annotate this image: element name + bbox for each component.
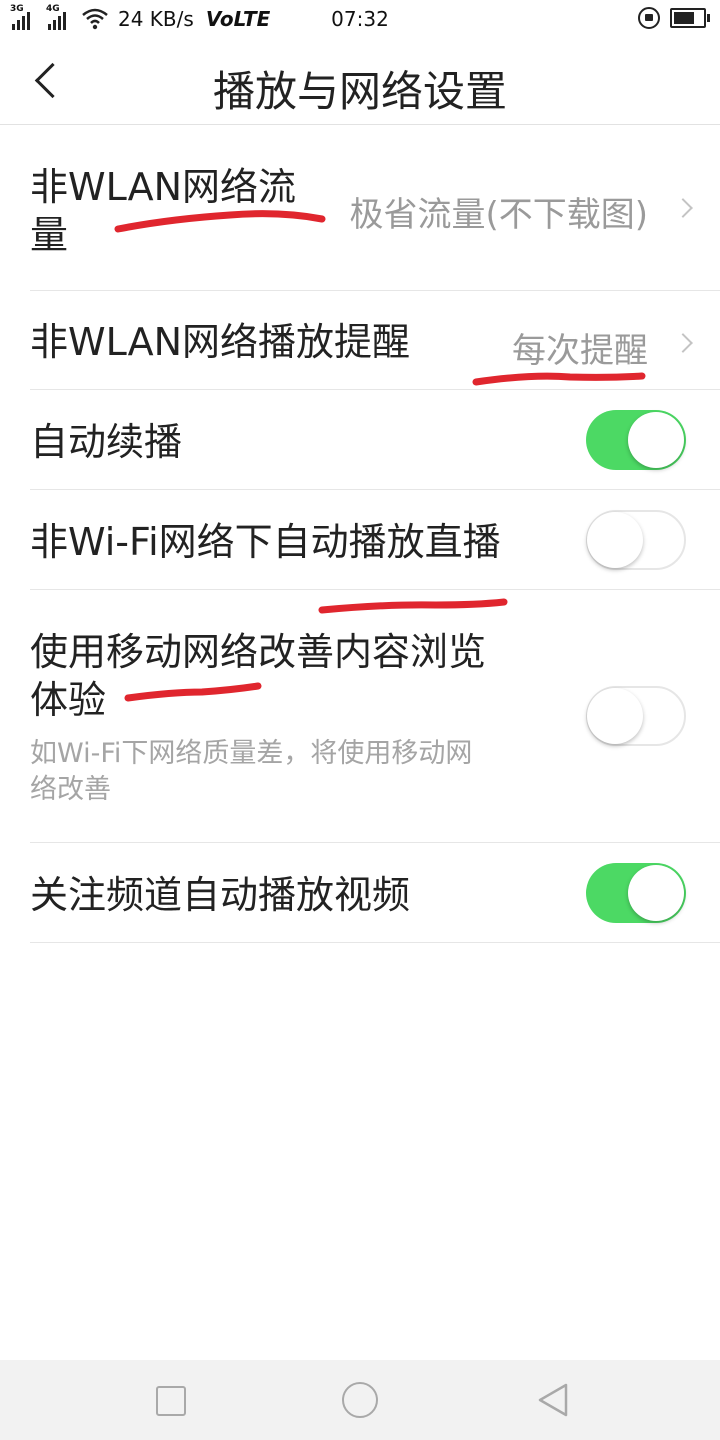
recent-apps-button[interactable]: [156, 1386, 186, 1416]
setting-label: 非WLAN网络流 量: [30, 163, 296, 259]
toggle-knob: [587, 688, 643, 744]
rotation-lock-icon: [638, 7, 660, 29]
setting-row-cellular-data-mode[interactable]: 非WLAN网络流 量 极省流量(不下载图): [30, 125, 720, 291]
autoplay-next-toggle[interactable]: [586, 410, 686, 470]
toggle-knob: [628, 865, 684, 921]
status-right: [638, 7, 710, 29]
setting-label: 非WLAN网络播放提醒: [30, 320, 411, 364]
setting-label: 使用移动网络改善内容浏览 体验: [30, 628, 486, 724]
toggle-knob: [587, 512, 643, 568]
autoplay-live-toggle[interactable]: [586, 510, 686, 570]
chevron-right-icon: [673, 333, 693, 353]
setting-value: 每次提醒: [512, 331, 648, 371]
page-title: 播放与网络设置: [212, 67, 507, 116]
setting-label: 自动续播: [30, 420, 183, 464]
setting-row-cellular-play-reminder[interactable]: 非WLAN网络播放提醒 每次提醒: [30, 290, 720, 390]
home-button[interactable]: [342, 1382, 378, 1418]
toggle-knob: [628, 412, 684, 468]
description-line: 如Wi-Fi下网络质量差，将使用移动网: [30, 738, 473, 769]
setting-row-autoplay-followed[interactable]: 关注频道自动播放视频: [30, 843, 720, 943]
status-time: 07:32: [331, 7, 389, 31]
status-bar: 3G 4G 24 KB/s VoLTE 07:32: [0, 0, 720, 38]
description-line: 络改善: [30, 774, 111, 805]
setting-label: 关注频道自动播放视频: [30, 873, 411, 917]
settings-page: 3G 4G 24 KB/s VoLTE 07:32 播放与网络设置 非WLAN网…: [0, 0, 720, 1440]
label-line: 使用移动网络改善内容浏览: [30, 630, 487, 674]
label-line: 量: [30, 213, 69, 257]
setting-description: 如Wi-Fi下网络质量差，将使用移动网 络改善: [30, 736, 472, 808]
setting-label: 非Wi-Fi网络下自动播放直播: [30, 520, 501, 564]
setting-row-autoplay-next[interactable]: 自动续播: [30, 390, 720, 490]
chevron-right-icon: [673, 198, 693, 218]
cellular-boost-toggle[interactable]: [586, 686, 686, 746]
back-triangle-button[interactable]: [536, 1382, 570, 1418]
setting-value: 极省流量(不下载图): [349, 195, 648, 235]
setting-row-autoplay-live-cellular[interactable]: 非Wi-Fi网络下自动播放直播: [30, 490, 720, 614]
label-line: 非WLAN网络流: [30, 165, 297, 209]
setting-row-cellular-boost[interactable]: 使用移动网络改善内容浏览 体验 如Wi-Fi下网络质量差，将使用移动网 络改善: [30, 590, 720, 843]
label-line: 体验: [30, 678, 107, 722]
system-nav-bar: [0, 1360, 720, 1440]
header-bar: 播放与网络设置: [0, 38, 720, 125]
autoplay-followed-toggle[interactable]: [586, 863, 686, 923]
battery-icon: [670, 8, 710, 28]
